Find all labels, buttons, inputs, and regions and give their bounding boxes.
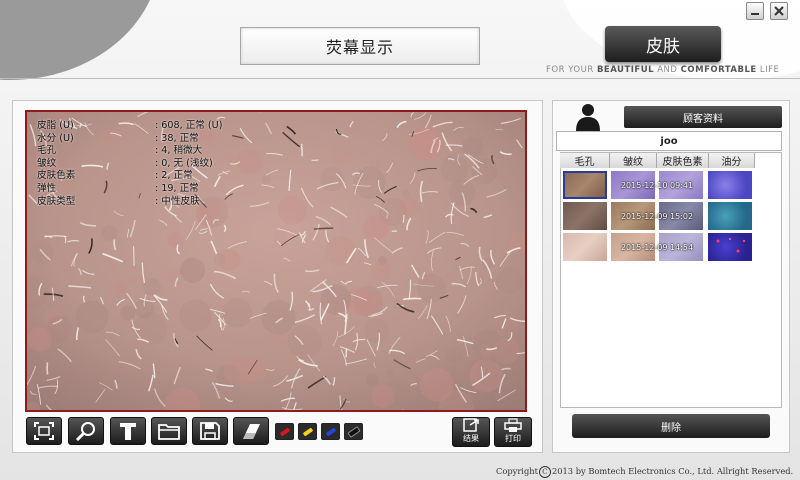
copyright-pre: Copyright [496,466,538,476]
eraser-icon [243,424,260,439]
thumbnail-pores[interactable] [563,233,607,261]
customer-name-field[interactable]: joo [556,131,782,151]
readout-row: 水分 (U) : 38, 正常 [37,133,222,146]
record-date: 2015-12-09 15:02 [620,211,694,221]
readout-label: 皮脂 (U) [37,120,74,131]
decorative-arc-left [0,0,160,80]
skin-image-viewer[interactable]: 皮脂 (U) : 608, 正常 (U) 水分 (U) : 38, 正常 毛孔 : 4… [25,110,527,412]
readout-value: : 2, 正常 [155,170,193,182]
result-icon [463,418,479,432]
pen-blue-icon [325,426,336,437]
pen-color-red[interactable] [275,423,294,440]
save-button[interactable] [192,417,228,445]
app-window: 荧幕显示 皮肤 FOR YOUR BEAUTIFUL AND COMFORTAB… [0,0,800,480]
print-button[interactable]: 打印 [494,417,532,447]
brand-tagline: FOR YOUR BEAUTIFUL AND COMFORTABLE LIFE [546,65,779,75]
readout-value: : 0, 无 (浅纹) [155,157,213,169]
readout-label: 毛孔 [37,145,57,157]
thumbnail-pores[interactable] [563,171,607,199]
eraser-button[interactable] [233,417,269,445]
save-icon [200,422,220,440]
readout-row: 弹性 : 19, 正常 [37,183,222,196]
readout-row: 皱纹 : 0, 无 (浅纹) [37,158,222,171]
readout-row: 皮肤色素 : 2, 正常 [37,170,222,183]
tagline-beautiful: BEAUTIFUL [596,65,655,75]
printer-icon [504,418,522,432]
column-pores[interactable]: 毛孔 [560,153,610,168]
open-folder-button[interactable] [151,417,187,445]
tagline-mid: AND [654,65,681,75]
fit-screen-icon [34,422,54,440]
print-label: 打印 [505,434,521,443]
readout-label: 皮肤类型 [37,195,76,207]
header-divider [0,78,800,79]
delete-button[interactable]: 删除 [572,414,770,438]
fit-screen-button[interactable] [26,417,62,445]
copyright-symbol-icon: C [538,466,551,478]
readout-row: 皮肤类型 : 中性皮肤 [37,196,222,209]
tagline-pre: FOR YOUR [546,65,597,75]
record-date: 2015-12-10 09:41 [620,180,694,190]
copyright-post: 2013 by Bomtech Electronics Co., Ltd. Al… [551,466,794,476]
column-oil[interactable]: 油分 [709,153,755,168]
readout-row: 皮脂 (U) : 608, 正常 (U) [37,120,222,133]
readout-row: 毛孔 : 4, 稍微大 [37,145,222,158]
customer-info-button[interactable]: 顾客资料 [624,106,782,128]
readout-value: : 19, 正常 [155,182,199,194]
screen-title: 荧幕显示 [240,27,480,65]
tagline-post: LIFE [756,65,780,75]
thumbnail-oil[interactable] [708,233,752,261]
pen-black-icon [346,425,361,438]
customer-avatar-icon [576,104,600,131]
copyright-text: Copyright C 2013 by Bomtech Electronics Co… [496,466,793,478]
oil-spots [716,238,746,253]
text-tool-button[interactable] [110,417,146,445]
thumbnail-oil[interactable] [708,171,752,199]
text-icon [120,423,136,440]
result-button[interactable]: 结果 [452,417,490,447]
skin-mode-button[interactable]: 皮肤 [605,26,721,62]
readout-value: : 中性皮肤 [155,195,200,207]
pen-red-icon [279,426,290,437]
thumbnail-pores[interactable] [563,202,607,230]
readout-value: : 4, 稍微大 [155,145,203,157]
result-label: 结果 [463,434,479,443]
readout-value: : 608, 正常 (U) [155,120,223,131]
readout-value: : 38, 正常 [155,132,199,144]
close-icon [774,6,784,16]
tagline-comfortable: COMFORTABLE [680,65,757,75]
column-pigment[interactable]: 皮肤色素 [657,153,709,168]
thumbnail-oil[interactable] [708,202,752,230]
pen-color-blue[interactable] [321,423,340,440]
readout-label: 水分 (U) [37,132,74,144]
minimize-icon [751,13,759,15]
folder-icon [158,424,180,440]
minimize-button[interactable] [746,2,764,20]
close-button[interactable] [770,2,788,20]
readout-label: 皮肤色素 [37,170,76,182]
column-wrinkles[interactable]: 皱纹 [610,153,657,168]
readout-label: 皱纹 [37,157,57,169]
readout-label: 弹性 [37,182,57,194]
zoom-button[interactable] [68,417,104,445]
record-date: 2015-12-09 14:54 [620,242,694,252]
analysis-readout: 皮脂 (U) : 608, 正常 (U) 水分 (U) : 38, 正常 毛孔 : 4… [37,120,222,208]
pen-color-yellow[interactable] [298,423,317,440]
pen-color-black[interactable] [344,423,363,440]
zoom-icon [75,422,95,441]
pen-yellow-icon [302,426,313,437]
